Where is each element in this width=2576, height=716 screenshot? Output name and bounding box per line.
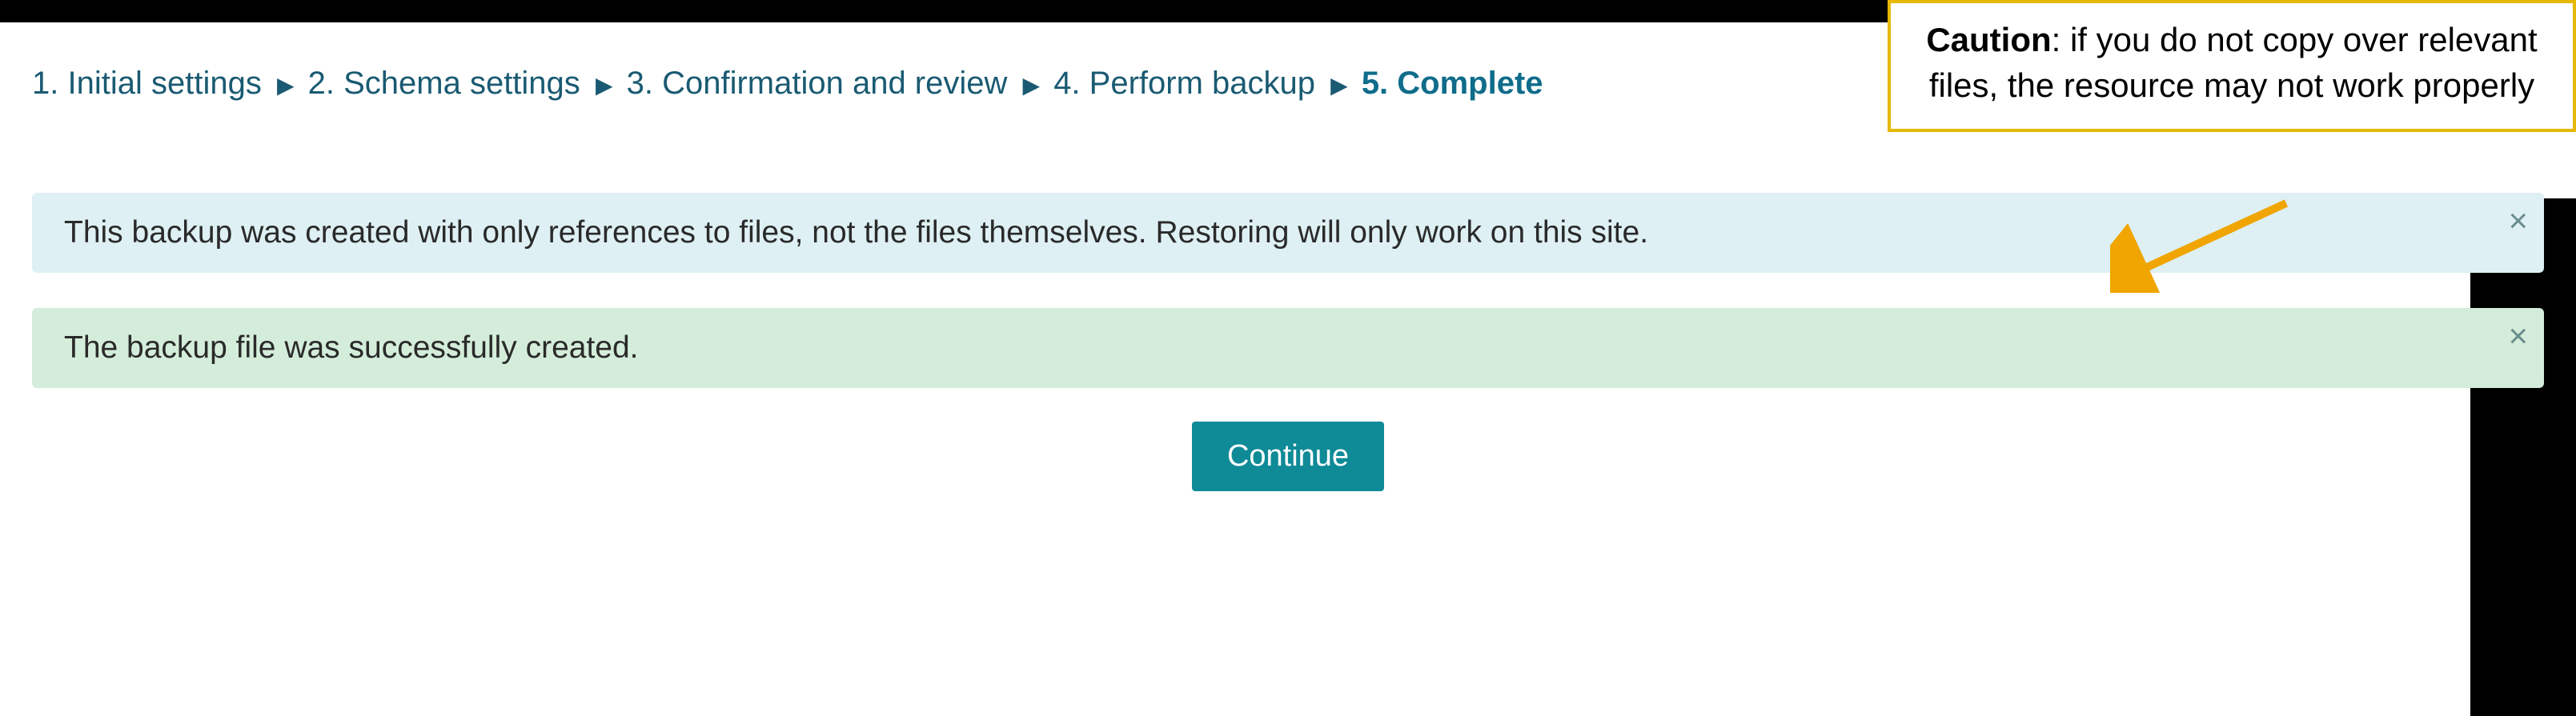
chevron-right-icon: ▶ <box>1023 72 1041 98</box>
right-black-bar <box>2470 198 2576 716</box>
chevron-right-icon: ▶ <box>596 72 613 98</box>
continue-button[interactable]: Continue <box>1192 422 1384 491</box>
caution-callout-prefix: Caution <box>1926 21 2051 58</box>
success-alert-text: The backup file was successfully created… <box>64 330 639 365</box>
info-alert: This backup was created with only refere… <box>32 193 2544 273</box>
caution-callout: Caution: if you do not copy over relevan… <box>1888 0 2576 132</box>
chevron-right-icon: ▶ <box>1330 72 1348 98</box>
chevron-right-icon: ▶ <box>277 72 295 98</box>
breadcrumb-step-1[interactable]: 1. Initial settings <box>32 66 262 101</box>
breadcrumb-step-2[interactable]: 2. Schema settings <box>308 66 580 101</box>
breadcrumb-step-4[interactable]: 4. Perform backup <box>1053 66 1315 101</box>
breadcrumb-step-3[interactable]: 3. Confirmation and review <box>627 66 1008 101</box>
button-row: Continue <box>32 422 2544 491</box>
close-icon[interactable]: × <box>2508 204 2528 238</box>
breadcrumb-step-5: 5. Complete <box>1362 66 1543 101</box>
info-alert-text: This backup was created with only refere… <box>64 215 1648 250</box>
close-icon[interactable]: × <box>2508 319 2528 353</box>
success-alert: The backup file was successfully created… <box>32 308 2544 388</box>
